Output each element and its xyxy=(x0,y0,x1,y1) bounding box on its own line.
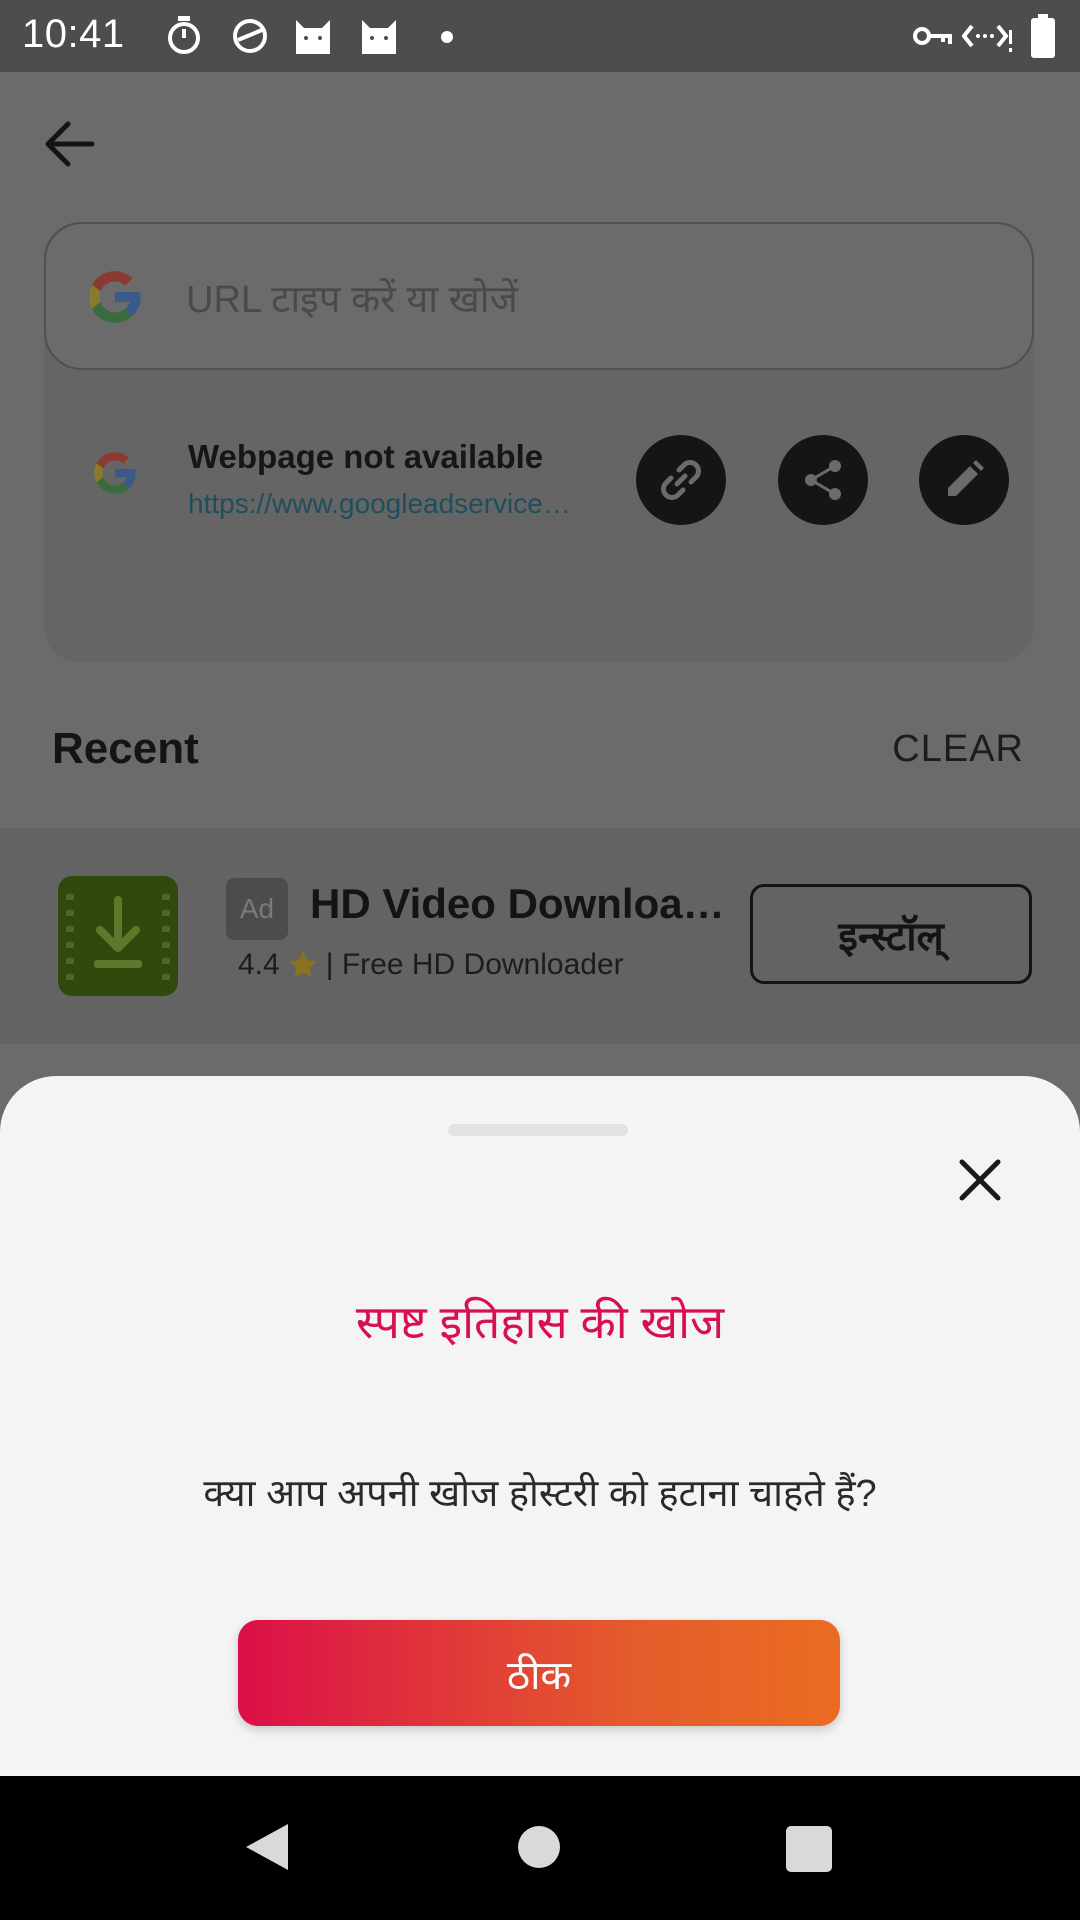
search-placeholder: URL टाइप करें या खोजें xyxy=(186,279,518,321)
ad-rating: 4.4 xyxy=(238,948,280,981)
home-circle-icon[interactable] xyxy=(518,1826,560,1868)
battery-icon xyxy=(1030,14,1056,63)
ad-card[interactable]: Ad HD Video Downloa… 4.4 | Free HD Downl… xyxy=(0,828,1080,1044)
ad-description: | Free HD Downloader xyxy=(325,948,624,981)
copy-link-button[interactable] xyxy=(636,435,726,525)
star-icon xyxy=(288,950,317,978)
recents-square-icon[interactable] xyxy=(786,1826,832,1872)
ad-badge: Ad xyxy=(226,878,288,940)
suggestion-url[interactable]: https://www.googleadservice… xyxy=(188,488,608,520)
app-icon xyxy=(58,876,178,996)
recent-heading: Recent xyxy=(52,724,199,773)
link-icon xyxy=(661,460,701,500)
close-icon xyxy=(959,1159,1001,1201)
close-button[interactable] xyxy=(950,1150,1010,1210)
ad-title[interactable]: HD Video Downloa… xyxy=(310,880,730,928)
clear-history-dialog: स्पष्ट इतिहास की खोज क्या आप अपनी खोज हो… xyxy=(0,1076,1080,1776)
navigation-bar xyxy=(0,1776,1080,1920)
drag-handle[interactable] xyxy=(448,1124,628,1136)
dialog-message: क्या आप अपनी खोज होस्टरी को हटाना चाहते … xyxy=(203,1473,877,1515)
suggestion-title[interactable]: Webpage not available xyxy=(188,438,543,476)
status-time: 10:41 xyxy=(22,12,125,56)
cat-icon xyxy=(358,14,400,61)
google-logo-icon xyxy=(84,266,146,333)
status-bar: 10:41 xyxy=(0,0,1080,72)
back-triangle-icon[interactable] xyxy=(244,1822,290,1877)
dot-icon xyxy=(440,30,454,49)
ad-subtitle: 4.4 | Free HD Downloader xyxy=(238,948,624,982)
install-button[interactable]: इन्स्टॉल् xyxy=(750,884,1032,984)
share-button[interactable] xyxy=(778,435,868,525)
google-logo-icon xyxy=(90,448,140,503)
back-button[interactable] xyxy=(40,114,100,174)
clear-button[interactable]: CLEAR xyxy=(892,728,1024,771)
stopwatch-icon xyxy=(166,14,202,61)
edit-icon xyxy=(948,460,984,496)
ok-button[interactable]: ठीक xyxy=(238,1620,840,1726)
download-icon xyxy=(66,894,170,980)
vpn-key-icon xyxy=(912,14,954,61)
dialog-title: स्पष्ट इतिहास की खोज xyxy=(355,1296,725,1348)
data-icon xyxy=(961,14,1014,61)
share-icon xyxy=(805,460,841,500)
sync-icon xyxy=(230,14,270,61)
edit-button[interactable] xyxy=(919,435,1009,525)
cat-icon xyxy=(292,14,334,61)
arrow-left-icon xyxy=(45,121,95,167)
